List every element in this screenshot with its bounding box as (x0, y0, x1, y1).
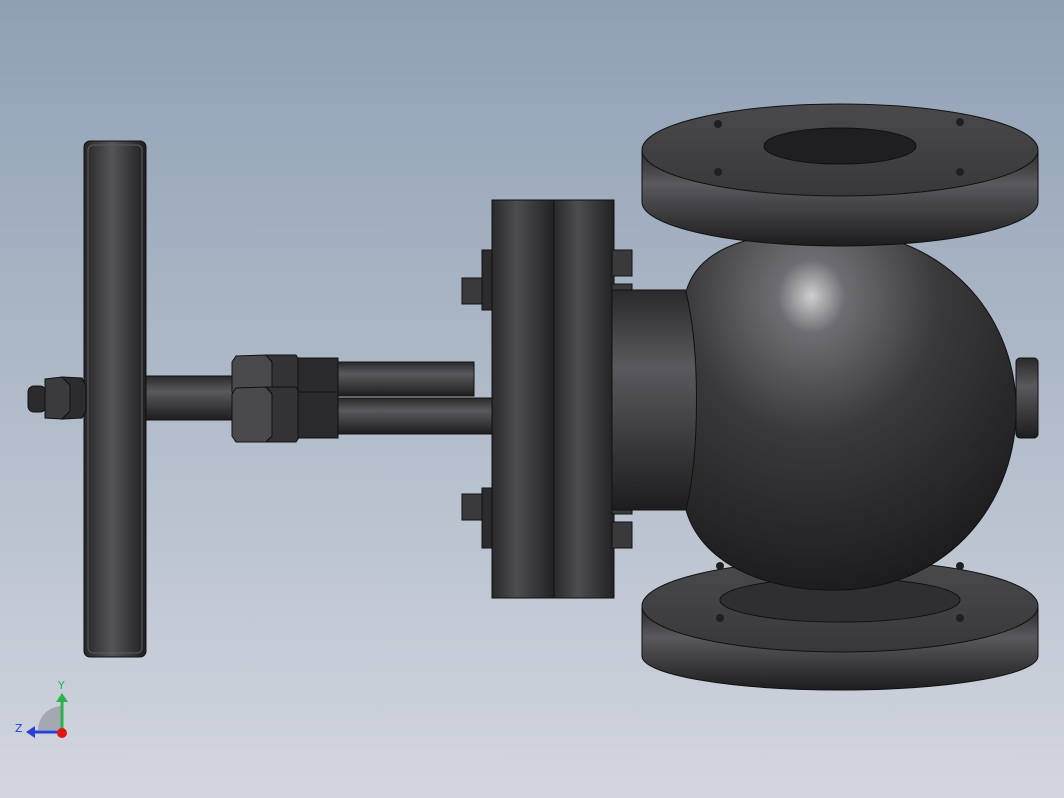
body-neck (611, 289, 703, 511)
bonnet-flange (491, 199, 615, 599)
handwheel[interactable] (83, 140, 147, 658)
valve-stem (145, 375, 247, 421)
graphics-viewport[interactable]: Y Z (0, 0, 1064, 798)
valve-body (685, 231, 1017, 591)
triad-y-label: Y (58, 679, 65, 692)
top-flange (641, 103, 1039, 247)
side-port (1015, 357, 1039, 439)
valve-model-view[interactable] (0, 0, 1064, 798)
triad-z-label: Z (15, 722, 23, 735)
gland-nuts (231, 354, 339, 443)
